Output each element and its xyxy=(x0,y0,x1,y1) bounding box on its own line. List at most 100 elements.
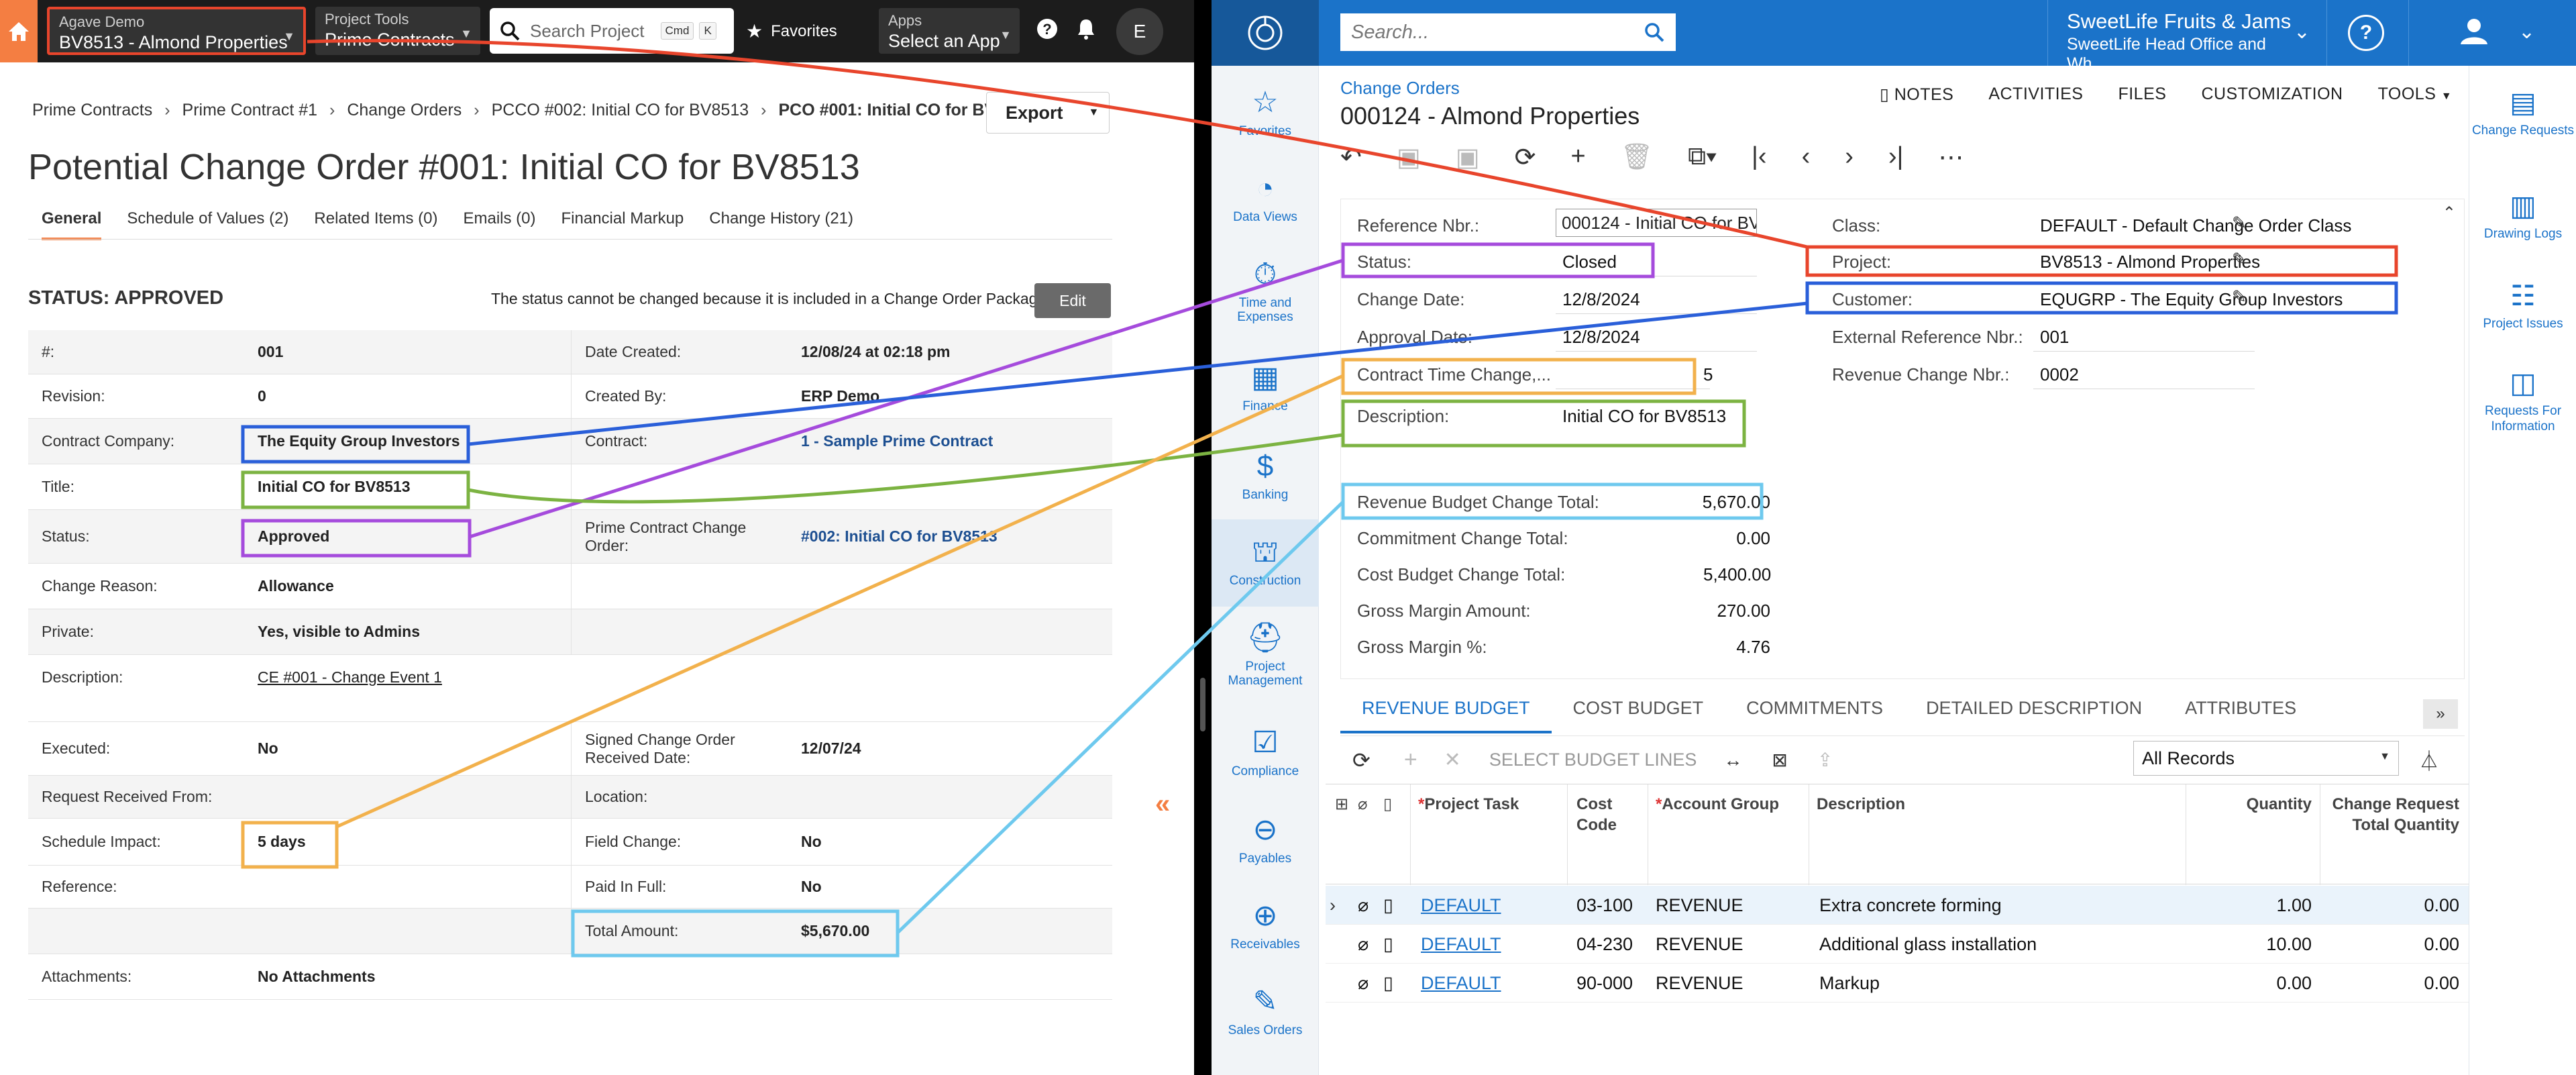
note-icon[interactable]: ▯ xyxy=(1383,934,1393,955)
row-selector-icon[interactable]: ⊞ xyxy=(1335,794,1348,815)
bell-icon[interactable] xyxy=(1076,17,1096,46)
tab-general[interactable]: General xyxy=(42,209,102,240)
tab-financial-markup[interactable]: Financial Markup xyxy=(561,209,684,240)
first-record-icon[interactable]: |‹ xyxy=(1752,142,1767,172)
delete-row-icon[interactable]: ✕ xyxy=(1444,748,1461,772)
copy-paste-icon[interactable]: ⧉▾ xyxy=(1688,142,1717,172)
fit-columns-icon[interactable]: ↔ xyxy=(1723,750,1742,771)
tab-emails[interactable]: Emails (0) xyxy=(464,209,536,240)
contract-time-change-value[interactable]: 5 xyxy=(1703,364,1713,385)
tab-detailed-description[interactable]: DETAILED DESCRIPTION xyxy=(1904,688,2163,733)
panel-item-drawing-logs[interactable]: ▥ Drawing Logs xyxy=(2469,189,2576,242)
col-account-group[interactable]: *Account Group xyxy=(1656,794,1779,815)
export-button[interactable]: Export ▼ xyxy=(986,92,1110,134)
external-reference-value[interactable]: 001 xyxy=(2040,327,2069,348)
home-button[interactable] xyxy=(0,0,38,62)
description-link[interactable]: CE #001 - Change Event 1 xyxy=(244,668,572,721)
notes-button[interactable]: ▯ NOTES xyxy=(1880,85,1953,105)
customization-button[interactable]: CUSTOMIZATION xyxy=(2201,85,2343,105)
breadcrumb-item[interactable]: Prime Contract #1 xyxy=(182,101,317,120)
contract-link[interactable]: 1 - Sample Prime Contract xyxy=(788,432,1112,450)
screen-breadcrumb[interactable]: Change Orders xyxy=(1340,78,1460,99)
tab-cost-budget[interactable]: COST BUDGET xyxy=(1552,688,1725,733)
edit-button[interactable]: Edit xyxy=(1034,283,1111,318)
tab-schedule-of-values[interactable]: Schedule of Values (2) xyxy=(127,209,288,240)
col-change-request-total-quantity[interactable]: Change Request Total Quantity xyxy=(2328,794,2459,835)
breadcrumb-item[interactable]: Prime Contracts xyxy=(32,101,152,120)
last-record-icon[interactable]: ›| xyxy=(1888,142,1904,172)
tab-related-items[interactable]: Related Items (0) xyxy=(314,209,437,240)
collapse-up-icon[interactable]: ⌃ xyxy=(2443,203,2456,223)
col-description[interactable]: Description xyxy=(1817,794,1905,815)
breadcrumb-item[interactable]: Change Orders xyxy=(347,101,462,120)
sidebar-item-banking[interactable]: $ Banking xyxy=(1212,450,1319,502)
undo-icon[interactable]: ↶ xyxy=(1340,142,1362,172)
attachment-icon[interactable]: ⌀ xyxy=(1358,973,1368,994)
divider-handle[interactable] xyxy=(1200,678,1205,731)
more-icon[interactable]: ⋯ xyxy=(1938,142,1964,172)
project-task-link[interactable]: DEFAULT xyxy=(1421,934,1501,955)
description-value[interactable]: Initial CO for BV8513 xyxy=(1562,406,1726,427)
col-quantity[interactable]: Quantity xyxy=(2191,794,2312,815)
sidebar-item-data-views[interactable]: ◔ Data Views xyxy=(1212,172,1319,224)
project-task-link[interactable]: DEFAULT xyxy=(1421,895,1501,916)
refresh-icon[interactable]: ⟳ xyxy=(1515,142,1536,172)
attachment-icon[interactable]: ⌀ xyxy=(1358,895,1368,916)
apps-selector[interactable]: Apps Select an App ▼ xyxy=(879,8,1020,54)
upload-icon[interactable]: ⇪ xyxy=(1817,749,1833,771)
col-cost-code[interactable]: Cost Code xyxy=(1576,794,1644,835)
tab-revenue-budget[interactable]: REVENUE BUDGET xyxy=(1340,688,1552,733)
favorites-button[interactable]: ★ Favorites xyxy=(746,20,837,42)
edit-pencil-icon[interactable]: ✎ xyxy=(2232,287,2247,307)
project-task-link[interactable]: DEFAULT xyxy=(1421,973,1501,994)
panel-item-rfi[interactable]: ◫ Requests For Information xyxy=(2469,366,2576,435)
panel-item-project-issues[interactable]: ☷ Project Issues xyxy=(2469,279,2576,332)
global-search-input[interactable]: Search... xyxy=(1340,13,1676,51)
project-value[interactable]: BV8513 - Almond Properties xyxy=(2040,252,2260,272)
company-selector[interactable]: SweetLife Fruits & Jams SweetLife Head O… xyxy=(2047,0,2326,73)
tools-button[interactable]: TOOLS ▼ xyxy=(2378,85,2453,105)
help-icon[interactable]: ? xyxy=(1036,17,1059,46)
project-search[interactable]: Search Project Cmd K xyxy=(490,8,734,54)
customer-value[interactable]: EQUGRP - The Equity Group Investors xyxy=(2040,289,2343,310)
table-row[interactable]: ⌀ ▯ DEFAULT 04-230 REVENUE Additional gl… xyxy=(1326,925,2469,964)
export-excel-icon[interactable]: ⊠ xyxy=(1772,749,1787,771)
sidebar-item-project-management[interactable]: ⛑ Project Management xyxy=(1212,621,1319,688)
edit-pencil-icon[interactable]: ✎ xyxy=(2232,213,2247,234)
expand-panel-icon[interactable]: » xyxy=(2423,699,2458,729)
attachment-icon[interactable]: ⌀ xyxy=(1358,934,1368,955)
table-row[interactable]: ⌀ ▯ DEFAULT 90-000 REVENUE Markup 0.00 0… xyxy=(1326,964,2469,1003)
tab-change-history[interactable]: Change History (21) xyxy=(709,209,853,240)
table-row[interactable]: › ⌀ ▯ DEFAULT 03-100 REVENUE Extra concr… xyxy=(1326,886,2469,925)
note-icon[interactable]: ▯ xyxy=(1383,895,1393,916)
acumatica-logo[interactable] xyxy=(1212,0,1319,66)
activities-button[interactable]: ACTIVITIES xyxy=(1988,85,2083,105)
sidebar-item-sales-orders[interactable]: ✎ Sales Orders xyxy=(1212,985,1319,1037)
user-icon[interactable] xyxy=(2459,16,2489,52)
tab-commitments[interactable]: COMMITMENTS xyxy=(1725,688,1904,733)
refresh-icon[interactable]: ⟳ xyxy=(1352,748,1371,773)
note-icon[interactable]: ▯ xyxy=(1383,973,1393,994)
help-icon[interactable]: ? xyxy=(2348,15,2384,51)
save-icon[interactable]: ▣ xyxy=(1456,142,1480,172)
sidebar-item-compliance[interactable]: ☑ Compliance xyxy=(1212,726,1319,778)
avatar[interactable]: E xyxy=(1116,8,1163,55)
previous-record-icon[interactable]: ‹ xyxy=(1802,142,1811,172)
delete-icon[interactable]: 🗑 xyxy=(1621,142,1653,172)
records-filter-select[interactable]: All Records ▼ xyxy=(2133,741,2399,776)
prime-contract-change-order-link[interactable]: #002: Initial CO for BV8513 xyxy=(788,527,1112,546)
add-row-icon[interactable]: + xyxy=(1404,747,1417,773)
sidebar-item-receivables[interactable]: ⊕ Receivables xyxy=(1212,899,1319,952)
reference-input[interactable]: 000124 - Initial CO for BV8513 xyxy=(1556,209,1757,237)
files-button[interactable]: FILES xyxy=(2118,85,2166,105)
save-close-icon[interactable]: ▣ xyxy=(1397,142,1421,172)
sidebar-item-construction[interactable]: ⛫ Construction xyxy=(1212,519,1319,607)
class-value[interactable]: DEFAULT - Default Change Order Class xyxy=(2040,215,2351,236)
sidebar-item-finance[interactable]: ▦ Finance xyxy=(1212,361,1319,413)
project-tools-selector[interactable]: Project Tools Prime Contracts ▼ xyxy=(315,7,480,55)
panel-item-change-requests[interactable]: ▤ Change Requests xyxy=(2469,86,2576,139)
breadcrumb-item[interactable]: PCCO #002: Initial CO for BV8513 xyxy=(492,101,749,120)
approval-date-value[interactable]: 12/8/2024 xyxy=(1562,327,1640,348)
filter-icon[interactable]: ⏃ xyxy=(2419,745,2439,774)
col-project-task[interactable]: *Project Task xyxy=(1418,794,1519,815)
